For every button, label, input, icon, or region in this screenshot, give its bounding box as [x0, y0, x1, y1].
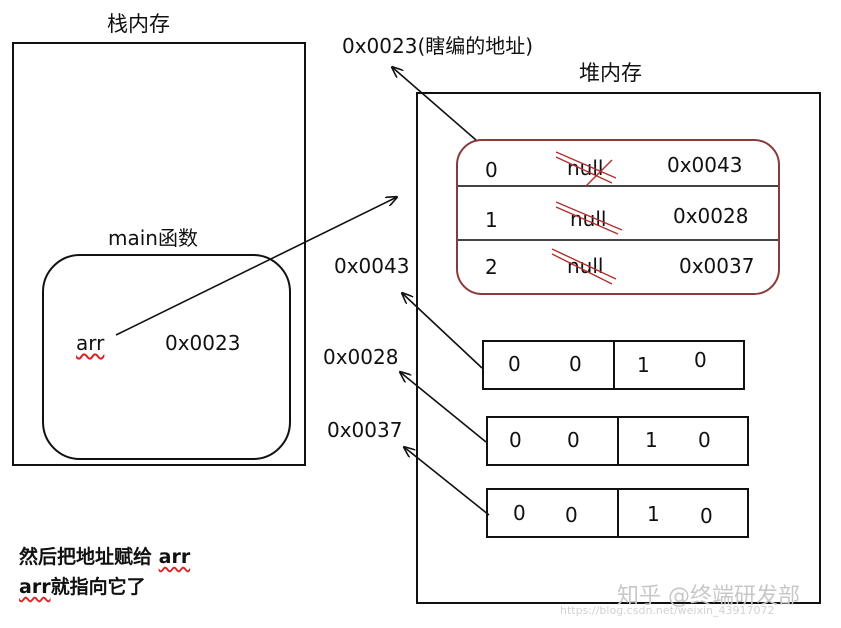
note-line-2: arr就指向它了 [19, 572, 146, 599]
note-text: 就指向它了 [50, 576, 146, 598]
note-arr: arr [158, 546, 191, 568]
object-address-arrow [392, 67, 477, 141]
sub-array-address-arrow [400, 372, 487, 443]
note-arr: arr [19, 576, 51, 598]
null-strike [555, 151, 617, 187]
sub-array-address-arrow [402, 293, 483, 369]
sub-array-address-arrow [404, 447, 490, 516]
arr-pointer-arrow [115, 197, 397, 336]
note-line-1: 然后把地址赋给 arr [19, 542, 190, 569]
watermark-url: https://blog.csdn.net/weixin_43917072 [560, 604, 775, 617]
null-strike [555, 201, 623, 235]
note-text: 然后把地址赋给 [19, 546, 159, 568]
null-strike [551, 248, 617, 285]
connector-layer [115, 0, 623, 516]
